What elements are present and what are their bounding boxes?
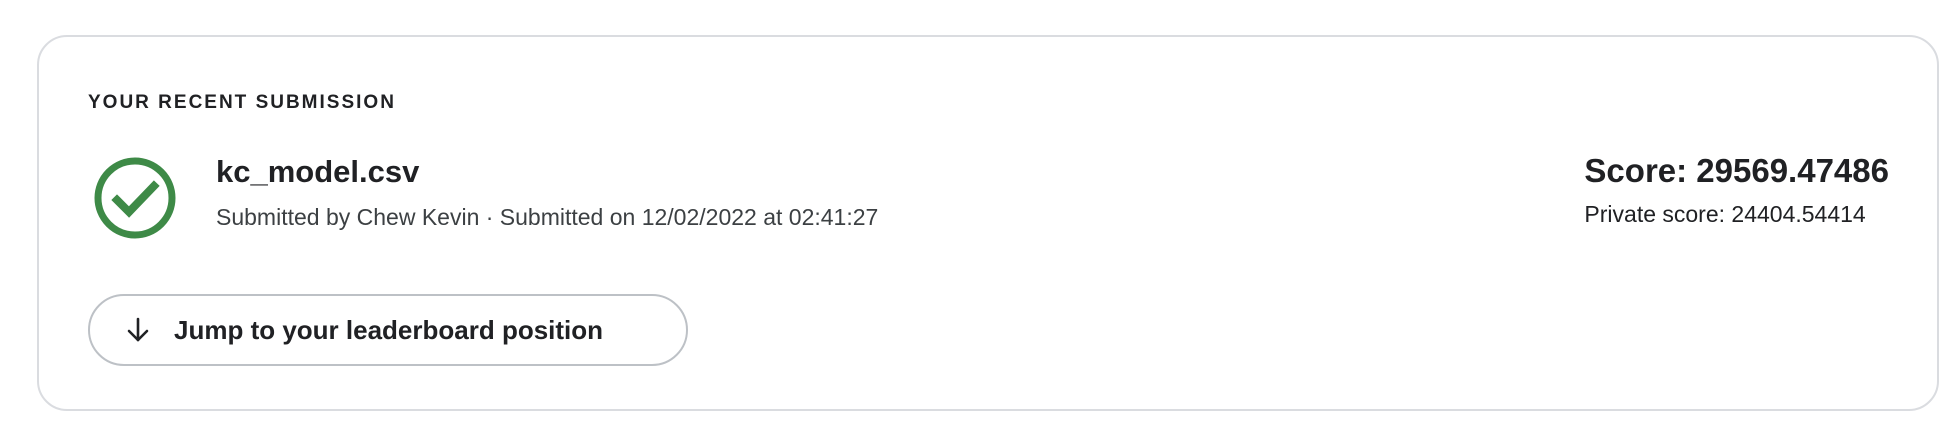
public-score: Score: 29569.47486	[1584, 152, 1889, 189]
private-score: Private score: 24404.54414	[1584, 201, 1866, 227]
submission-meta: Submitted by Chew Kevin · Submitted on 1…	[216, 204, 879, 230]
section-title: YOUR RECENT SUBMISSION	[88, 92, 396, 113]
recent-submission-card: YOUR RECENT SUBMISSION kc_model.csv Subm…	[37, 35, 1939, 411]
submission-file-name[interactable]: kc_model.csv	[216, 154, 419, 190]
jump-to-leaderboard-button[interactable]: Jump to your leaderboard position	[88, 294, 688, 366]
jump-button-label: Jump to your leaderboard position	[174, 314, 604, 345]
score-block: Score: 29569.47486 Private score: 24404.…	[1584, 152, 1889, 228]
arrow-down-icon	[127, 317, 149, 342]
check-circle-icon	[94, 157, 176, 239]
